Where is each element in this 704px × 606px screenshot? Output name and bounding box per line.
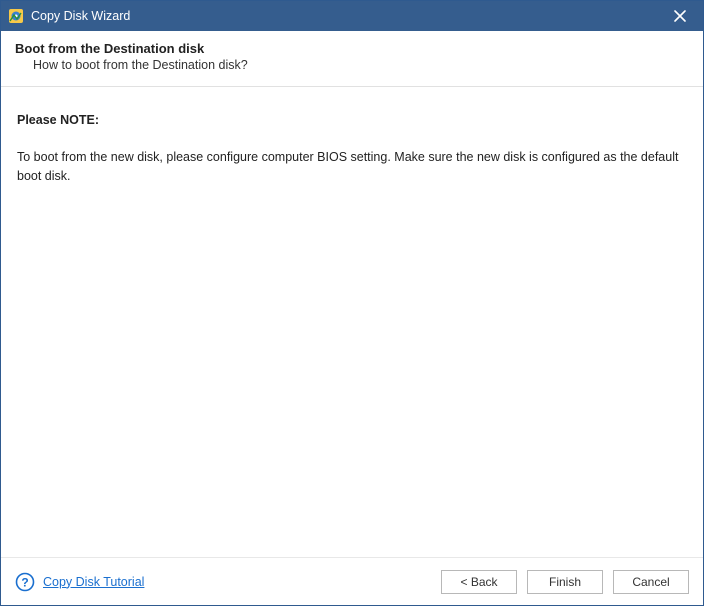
header-panel: Boot from the Destination disk How to bo…: [1, 31, 703, 87]
cancel-button[interactable]: Cancel: [613, 570, 689, 594]
back-button[interactable]: < Back: [441, 570, 517, 594]
app-icon: [7, 7, 25, 25]
note-label: Please NOTE:: [17, 111, 687, 130]
titlebar: Copy Disk Wizard: [1, 1, 703, 31]
page-subtitle: How to boot from the Destination disk?: [33, 58, 689, 72]
content-area: Please NOTE: To boot from the new disk, …: [1, 87, 703, 557]
footer: ? Copy Disk Tutorial < Back Finish Cance…: [1, 557, 703, 605]
help-icon: ?: [15, 572, 35, 592]
close-button[interactable]: [663, 2, 697, 30]
tutorial-link[interactable]: Copy Disk Tutorial: [43, 575, 144, 589]
finish-button[interactable]: Finish: [527, 570, 603, 594]
window-title: Copy Disk Wizard: [31, 9, 663, 23]
page-title: Boot from the Destination disk: [15, 41, 689, 56]
note-body: To boot from the new disk, please config…: [17, 148, 687, 186]
wizard-window: Copy Disk Wizard Boot from the Destinati…: [0, 0, 704, 606]
svg-text:?: ?: [21, 575, 28, 589]
footer-left: ? Copy Disk Tutorial: [15, 572, 431, 592]
